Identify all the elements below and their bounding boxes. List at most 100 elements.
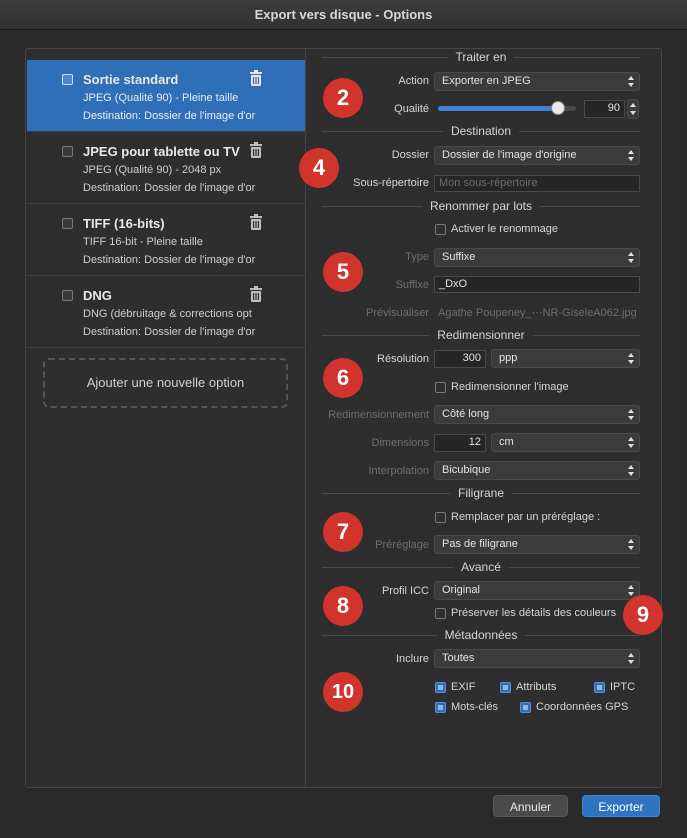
preserve-colors-checkbox[interactable] [435,608,446,619]
resize-mode-label: Redimensionnement [328,409,429,421]
iptc-label: IPTC [610,681,636,693]
trash-icon[interactable] [249,286,263,302]
icc-select[interactable]: Original [434,581,640,600]
quality-input[interactable]: 90 [584,100,625,118]
iptc-checkbox[interactable] [594,682,605,693]
keywords-checkbox[interactable] [435,702,446,713]
trash-icon[interactable] [249,142,263,158]
preset-format: JPEG (Qualité 90) - Pleine taille [83,92,239,104]
folder-select[interactable]: Dossier de l'image d'origine [434,146,640,165]
section-title: Avancé [453,560,509,574]
preset-checkbox[interactable] [62,146,73,157]
section-title: Traiter en [447,50,515,64]
quality-stepper[interactable] [627,99,639,119]
preset-destination: Destination: Dossier de l'image d'or [83,254,256,266]
resolution-unit-value: ppp [499,352,518,364]
preset-checkbox[interactable] [62,218,73,229]
chevron-updown-icon [628,437,634,448]
callout-badge: 8 [323,586,363,626]
chevron-updown-icon [628,409,634,420]
gps-checkbox[interactable] [520,702,531,713]
preview-value: Agathe Poupeney_⋯NR-GiseleA062.jpg [438,307,637,319]
quality-slider-thumb[interactable] [551,101,565,115]
chevron-updown-icon [628,585,634,596]
dimensions-label: Dimensions [371,437,429,449]
dimensions-unit-value: cm [499,436,514,448]
resize-image-checkbox[interactable] [435,382,446,393]
include-value: Toutes [442,652,475,664]
resize-mode-select[interactable]: Côté long [434,405,640,424]
action-label: Action [398,75,429,87]
subfolder-label: Sous-répertoire [353,177,429,189]
resize-mode-value: Côté long [442,408,490,420]
preset-checkbox[interactable] [62,290,73,301]
preset-format: TIFF 16-bit - Pleine taille [83,236,203,248]
callout-badge: 10 [323,672,363,712]
preset-item[interactable]: JPEG pour tablette ou TV JPEG (Qualité 9… [27,132,305,204]
export-button[interactable]: Exporter [582,795,660,817]
dimensions-input[interactable]: 12 [434,434,486,452]
gps-label: Coordonnées GPS [536,701,629,713]
callout-badge: 5 [323,252,363,292]
dimensions-unit-select[interactable]: cm [491,433,640,452]
preset-item[interactable]: DNG DNG (débruitage & corrections opt De… [27,276,305,348]
preset-destination: Destination: Dossier de l'image d'or [83,326,256,338]
subfolder-input[interactable]: Mon sous-répertoire [434,175,640,192]
exif-checkbox[interactable] [435,682,446,693]
watermark-preset-select[interactable]: Pas de filigrane [434,535,640,554]
section-advanced: Avancé [322,560,640,574]
add-option-button[interactable]: Ajouter une nouvelle option [43,358,288,408]
attributs-checkbox[interactable] [500,682,511,693]
preset-name: JPEG pour tablette ou TV [83,144,240,159]
preset-format: DNG (débruitage & corrections opt [83,308,252,320]
chevron-updown-icon [628,150,634,161]
trash-icon[interactable] [249,70,263,86]
preset-format: JPEG (Qualité 90) - 2048 px [83,164,222,176]
replace-preset-checkbox[interactable] [435,512,446,523]
quality-label: Qualité [394,103,429,115]
section-traiter: Traiter en [322,50,640,64]
section-rename: Renommer par lots [322,199,640,213]
action-select[interactable]: Exporter en JPEG [434,72,640,91]
callout-badge: 9 [623,595,663,635]
section-title: Métadonnées [436,628,526,642]
icc-label: Profil ICC [381,585,429,597]
chevron-updown-icon [628,76,634,87]
resize-image-label: Redimensionner l'image [451,381,569,393]
section-resize: Redimensionner [322,328,640,342]
watermark-preset-value: Pas de filigrane [442,538,518,550]
keywords-label: Mots-clés [451,701,499,713]
preserve-colors-label: Préserver les détails des couleurs [451,607,617,619]
preset-item[interactable]: TIFF (16-bits) TIFF 16-bit - Pleine tail… [27,204,305,276]
window-title: Export vers disque - Options [0,0,687,30]
enable-rename-label: Activer le renommage [451,223,558,235]
callout-badge: 4 [299,148,339,188]
type-select[interactable]: Suffixe [434,248,640,267]
interpolation-value: Bicubique [442,464,491,476]
replace-preset-label: Remplacer par un préréglage : [451,511,601,523]
cancel-button[interactable]: Annuler [493,795,568,817]
suffix-label: Suffixe [395,279,429,291]
section-title: Redimensionner [429,328,533,342]
preview-label: Prévisualiser [366,307,429,319]
interpolation-select[interactable]: Bicubique [434,461,640,480]
preset-name: DNG [83,288,112,303]
trash-icon[interactable] [249,214,263,230]
chevron-updown-icon [628,653,634,664]
resolution-unit-select[interactable]: ppp [491,349,640,368]
section-title: Renommer par lots [421,199,541,213]
section-watermark: Filigrane [322,486,640,500]
preset-checkbox[interactable] [62,74,73,85]
include-select[interactable]: Toutes [434,649,640,668]
exif-label: EXIF [451,681,476,693]
enable-rename-checkbox[interactable] [435,224,446,235]
type-label: Type [405,251,429,263]
resolution-input[interactable]: 300 [434,350,486,368]
folder-label: Dossier [391,149,429,161]
preset-name: Sortie standard [83,72,179,87]
preset-name: TIFF (16-bits) [83,216,165,231]
preset-item[interactable]: Sortie standard JPEG (Qualité 90) - Plei… [27,60,305,132]
suffix-input[interactable]: _DxO [434,276,640,293]
chevron-updown-icon [628,353,634,364]
callout-badge: 7 [323,512,363,552]
